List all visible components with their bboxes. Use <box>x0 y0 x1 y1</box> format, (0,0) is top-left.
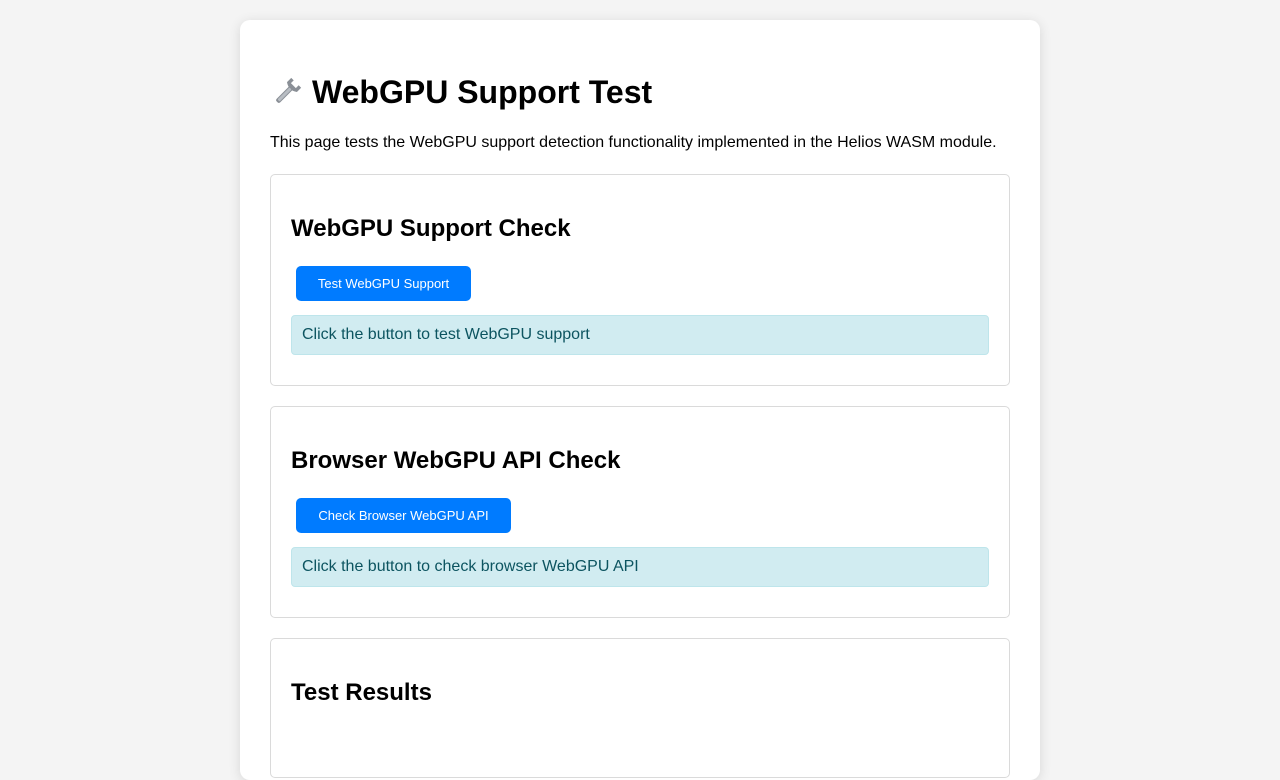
section-title: Test Results <box>291 679 432 706</box>
section-title: Browser WebGPU API Check <box>291 447 621 474</box>
wrench-icon <box>270 75 304 109</box>
browser-webgpu-api-section: Browser WebGPU API Check Check Browser W… <box>270 406 1010 618</box>
page-title: WebGPU Support Test <box>270 72 1010 112</box>
test-webgpu-support-button[interactable]: Test WebGPU Support <box>296 266 471 301</box>
check-browser-webgpu-api-button[interactable]: Check Browser WebGPU API <box>296 498 511 533</box>
section-title: WebGPU Support Check <box>291 215 571 242</box>
webgpu-support-section: WebGPU Support Check Test WebGPU Support… <box>270 174 1010 386</box>
page-title-text: WebGPU Support Test <box>312 74 653 110</box>
status-message: Click the button to check browser WebGPU… <box>291 547 989 587</box>
status-message: Click the button to test WebGPU support <box>291 315 989 355</box>
test-results-section: Test Results <box>270 638 1010 778</box>
page-description: This page tests the WebGPU support detec… <box>270 134 997 151</box>
main-container: WebGPU Support Test This page tests the … <box>240 20 1040 780</box>
